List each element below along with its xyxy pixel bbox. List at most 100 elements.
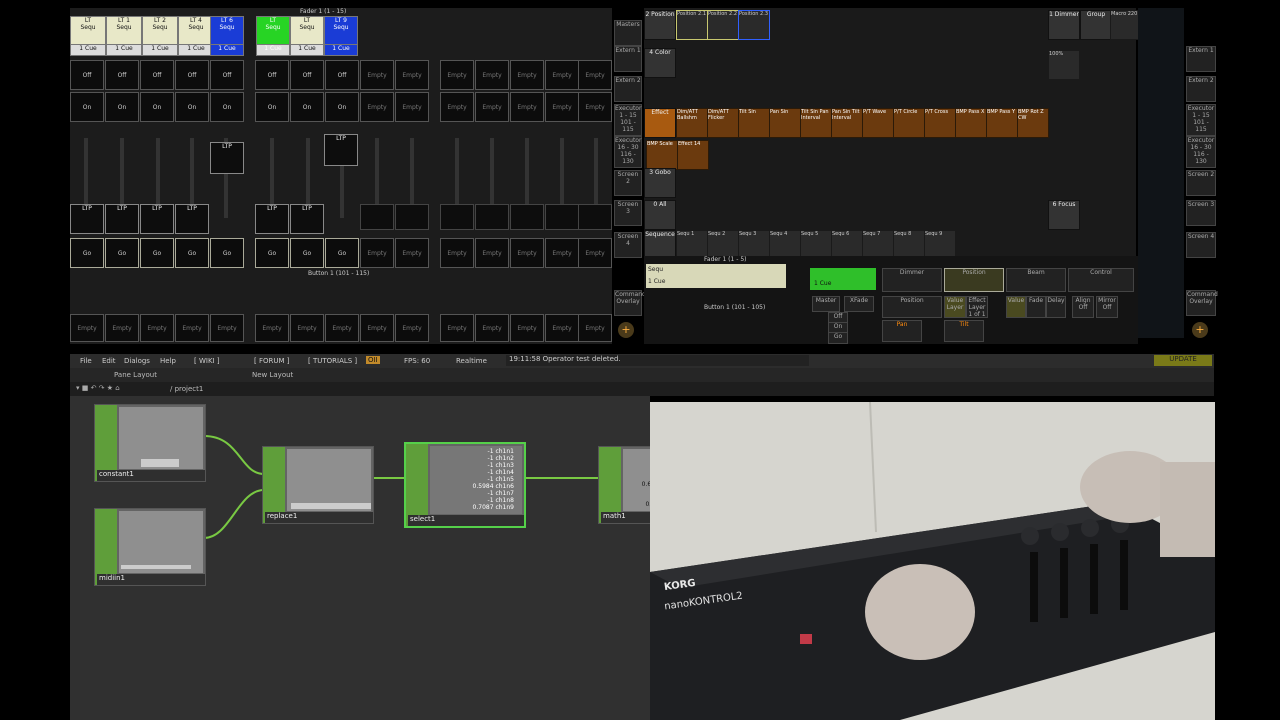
pool-head-gobo[interactable]: 3 Gobo — [644, 168, 676, 198]
update-button[interactable]: UPDATE — [1154, 355, 1212, 366]
encoder-tilt[interactable]: Tilt — [944, 320, 984, 342]
fader-empty[interactable] — [545, 204, 579, 230]
go-button[interactable]: Go — [105, 238, 139, 268]
fader-empty[interactable] — [360, 204, 394, 230]
preset-cell[interactable]: Position 2.1 — [676, 10, 708, 40]
dimmer-preset-cell[interactable]: 100% — [1048, 50, 1080, 80]
ltp-fader-handle[interactable]: LTP — [324, 134, 358, 166]
view-masters[interactable]: Masters — [614, 20, 642, 46]
empty-button[interactable]: Empty — [545, 92, 579, 122]
fader-empty[interactable] — [510, 204, 544, 230]
on-button[interactable]: On — [175, 92, 209, 122]
empty-button[interactable]: Empty — [395, 92, 429, 122]
view-executor-1-15[interactable]: Executor 1 - 15 101 - 115 — [614, 104, 642, 136]
off-button[interactable]: Off — [255, 60, 289, 90]
network-path[interactable]: / project1 — [170, 385, 203, 393]
executor-col-7[interactable]: LT Sequ 1 Cue — [290, 16, 324, 56]
go-button[interactable]: Go — [210, 238, 244, 268]
executor-col-1[interactable]: LT Sequ 1 Cue — [70, 16, 106, 56]
go-button[interactable]: Go — [325, 238, 359, 268]
ltp-fader-handle[interactable]: LTP — [210, 142, 244, 174]
pool-head-position[interactable]: 2 Position — [644, 10, 676, 40]
view-executor-16-30[interactable]: Executor 16 - 30 116 - 130 — [1186, 136, 1216, 168]
new-layout-button[interactable]: New Layout — [252, 372, 293, 379]
master-button[interactable]: Master — [812, 296, 840, 312]
effect-cell[interactable]: Pan Sin Tilt Interval — [831, 108, 863, 138]
preset-type-beam[interactable]: Beam — [1006, 268, 1066, 292]
empty-button[interactable]: Empty — [105, 314, 139, 342]
view-command-overlay[interactable]: Command Overlay — [614, 290, 646, 316]
preset-cell[interactable]: Position 2.2 — [707, 10, 739, 40]
empty-button[interactable]: Empty — [475, 92, 509, 122]
preset-type-control[interactable]: Control — [1068, 268, 1134, 292]
node-label[interactable]: midiin1 — [97, 574, 205, 585]
feature-position[interactable]: Position — [882, 296, 942, 318]
executor-col-4[interactable]: LT 4 Sequ 1 Cue — [178, 16, 214, 56]
empty-button[interactable]: Empty — [395, 238, 429, 268]
node-label[interactable]: constant1 — [97, 470, 205, 481]
view-executor-1-15[interactable]: Executor 1 - 15 101 - 115 — [1186, 104, 1216, 136]
empty-button[interactable]: Empty — [290, 314, 324, 342]
mirror-button[interactable]: Mirror Off — [1096, 296, 1118, 318]
fader-empty[interactable] — [578, 204, 612, 230]
menu-help[interactable]: Help — [160, 357, 176, 365]
view-extern-1[interactable]: Extern 1 — [1186, 46, 1216, 72]
pool-head-focus[interactable]: 6 Focus — [1048, 200, 1080, 230]
view-screen-2[interactable]: Screen 2 — [614, 170, 642, 196]
empty-button[interactable]: Empty — [475, 60, 509, 90]
value-layer-button[interactable]: Value Layer — [944, 296, 966, 318]
ltp-fader-handle[interactable]: LTP — [175, 204, 209, 234]
nav-icons[interactable]: ▾ ■ ↶ ↷ ★ ⌂ — [76, 384, 120, 392]
empty-button[interactable]: Empty — [395, 60, 429, 90]
go-button[interactable]: Go — [255, 238, 289, 268]
empty-button[interactable]: Empty — [510, 238, 544, 268]
encoder-pan[interactable]: Pan — [882, 320, 922, 342]
node-flags[interactable] — [406, 444, 428, 526]
pool-head-dimmer[interactable]: 1 Dimmer — [1048, 10, 1080, 40]
replace-node[interactable]: replace1 — [262, 446, 374, 524]
executor-col-2[interactable]: LT 1 Sequ 1 Cue — [106, 16, 142, 56]
empty-button[interactable]: Empty — [578, 60, 612, 90]
menu-forum[interactable]: [ FORUM ] — [254, 357, 289, 365]
ltp-fader-handle[interactable]: LTP — [290, 204, 324, 234]
ltp-fader-handle[interactable]: LTP — [105, 204, 139, 234]
off-button[interactable]: Off — [175, 60, 209, 90]
go-button[interactable]: Go — [828, 332, 848, 344]
menu-wiki[interactable]: [ WIKI ] — [194, 357, 220, 365]
effect-cell[interactable]: Tilt Sin — [738, 108, 770, 138]
empty-button[interactable]: Empty — [578, 314, 612, 342]
effect-cell[interactable]: Dim/ATT Ballshm — [676, 108, 708, 138]
oii-badge[interactable]: OII — [366, 356, 380, 364]
off-button[interactable]: Off — [290, 60, 324, 90]
effect-cell[interactable]: Dim/ATT Flicker — [707, 108, 739, 138]
empty-button[interactable]: Empty — [475, 238, 509, 268]
effect-cell[interactable]: Tilt Sin Pan Interval — [800, 108, 832, 138]
xfade-button[interactable]: XFade — [844, 296, 874, 312]
align-button[interactable]: Align Off — [1072, 296, 1094, 318]
menu-edit[interactable]: Edit — [102, 357, 116, 365]
executor-col-5[interactable]: LT 6 Sequ 1 Cue — [210, 16, 244, 56]
ltp-fader-handle[interactable]: LTP — [140, 204, 174, 234]
view-extern-1[interactable]: Extern 1 — [614, 46, 642, 72]
off-button[interactable]: Off — [140, 60, 174, 90]
empty-button[interactable]: Empty — [545, 60, 579, 90]
on-button[interactable]: On — [140, 92, 174, 122]
off-button[interactable]: Off — [70, 60, 104, 90]
node-label[interactable]: select1 — [408, 515, 524, 526]
realtime-toggle[interactable]: Realtime — [456, 357, 487, 365]
empty-button[interactable]: Empty — [140, 314, 174, 342]
off-button[interactable]: Off — [105, 60, 139, 90]
empty-button[interactable]: Empty — [255, 314, 289, 342]
executor-col-6[interactable]: LT Sequ 1 Cue — [256, 16, 290, 56]
on-button[interactable]: On — [70, 92, 104, 122]
empty-button[interactable]: Empty — [578, 92, 612, 122]
delay-button[interactable]: Delay — [1046, 296, 1066, 318]
add-icon[interactable]: + — [618, 322, 634, 338]
value-button[interactable]: Value — [1006, 296, 1026, 318]
on-button[interactable]: On — [290, 92, 324, 122]
view-screen-4[interactable]: Screen 4 — [1186, 232, 1216, 258]
empty-button[interactable]: Empty — [510, 314, 544, 342]
effect-cell[interactable]: Effect 14 — [677, 140, 709, 170]
empty-button[interactable]: Empty — [510, 92, 544, 122]
menu-file[interactable]: File — [80, 357, 92, 365]
